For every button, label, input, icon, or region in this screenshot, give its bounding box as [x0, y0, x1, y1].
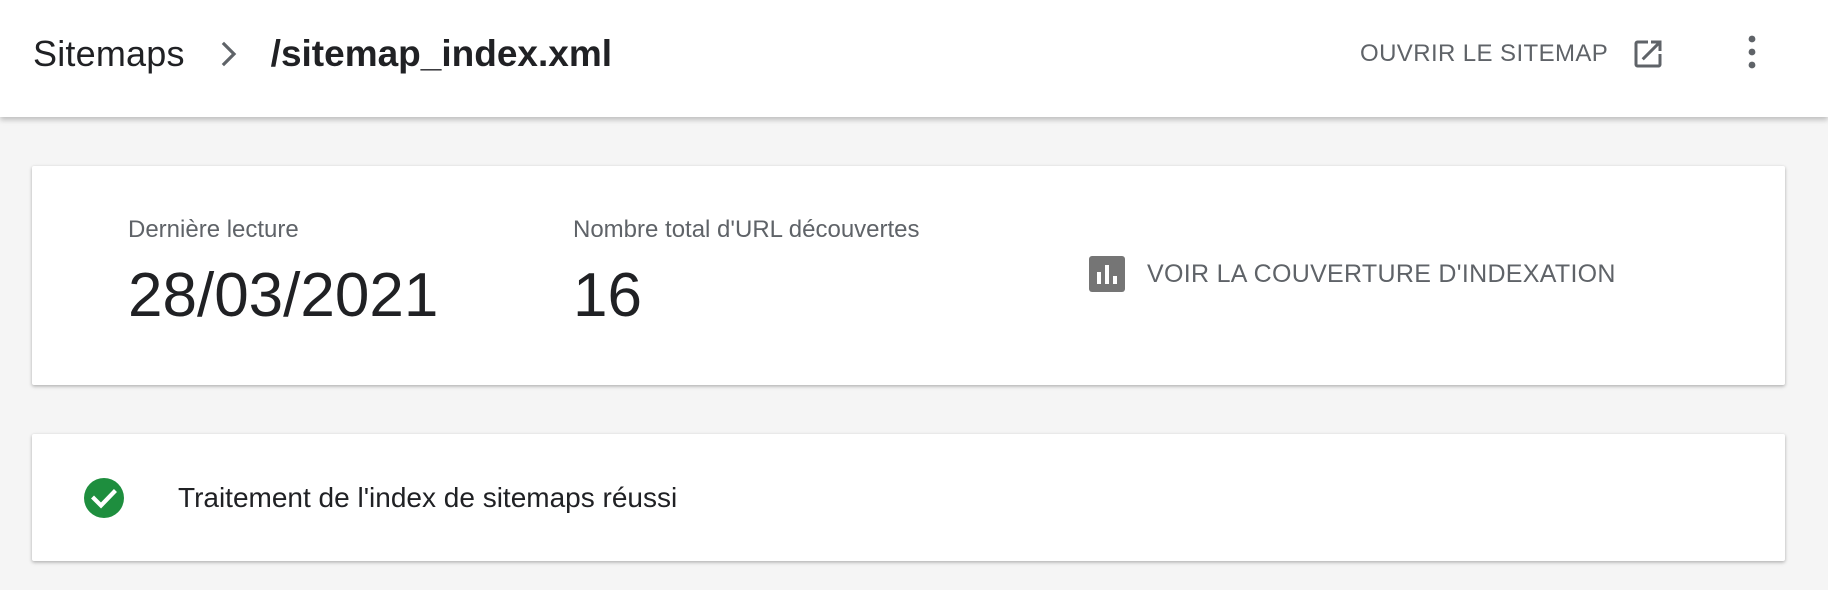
- total-urls-stat: Nombre total d'URL découvertes 16: [573, 216, 920, 330]
- top-header: Sitemaps /sitemap_index.xml OUVRIR LE SI…: [0, 0, 1828, 117]
- sitemap-summary-card: Dernière lecture 28/03/2021 Nombre total…: [32, 166, 1785, 385]
- total-urls-label: Nombre total d'URL découvertes: [573, 216, 920, 243]
- index-coverage-label: VOIR LA COUVERTURE D'INDEXATION: [1147, 259, 1616, 288]
- more-options-button[interactable]: [1732, 30, 1772, 78]
- open-sitemap-button[interactable]: OUVRIR LE SITEMAP: [1360, 30, 1666, 78]
- processing-status-card: Traitement de l'index de sitemaps réussi: [32, 434, 1785, 561]
- breadcrumb-sitemaps-link[interactable]: Sitemaps: [33, 33, 185, 75]
- status-row: Traitement de l'index de sitemaps réussi: [83, 477, 677, 519]
- check-circle-icon: [83, 477, 125, 519]
- index-coverage-link[interactable]: VOIR LA COUVERTURE D'INDEXATION: [1089, 256, 1616, 292]
- total-urls-value: 16: [573, 261, 642, 330]
- status-message: Traitement de l'index de sitemaps réussi: [178, 482, 678, 513]
- chevron-right-icon: [209, 41, 249, 67]
- last-read-value: 28/03/2021: [128, 261, 439, 330]
- breadcrumb: Sitemaps /sitemap_index.xml: [33, 28, 612, 80]
- bar-chart-icon: [1089, 256, 1125, 292]
- open-in-new-icon: [1630, 36, 1666, 72]
- open-sitemap-label: OUVRIR LE SITEMAP: [1360, 40, 1609, 67]
- last-read-label: Dernière lecture: [128, 216, 299, 243]
- last-read-stat: Dernière lecture 28/03/2021: [128, 216, 438, 330]
- page-title: /sitemap_index.xml: [270, 33, 613, 74]
- more-vert-icon: [1746, 34, 1758, 75]
